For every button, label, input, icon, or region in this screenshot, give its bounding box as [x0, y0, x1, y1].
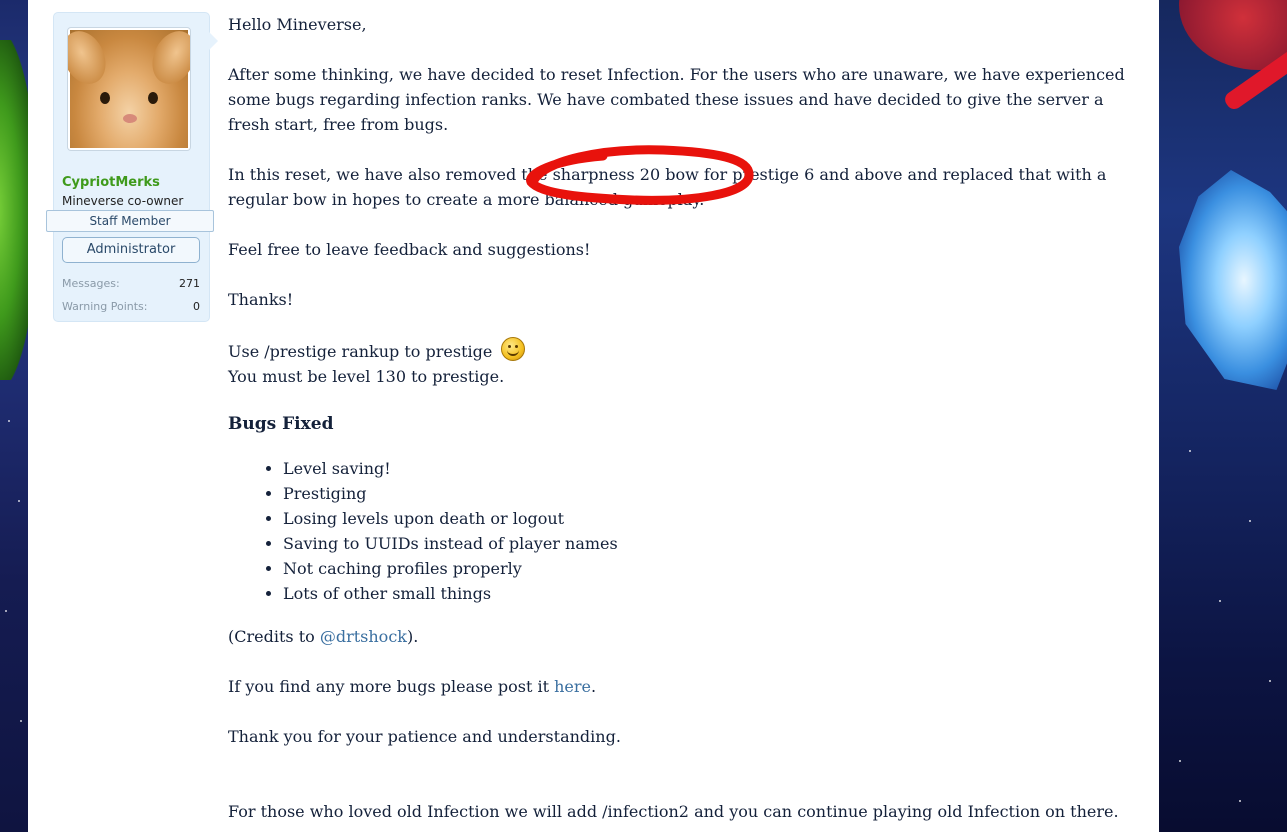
stat-value: 0	[193, 300, 200, 313]
avatar[interactable]	[67, 27, 191, 151]
star	[8, 420, 10, 422]
paragraph-intro: After some thinking, we have decided to …	[228, 65, 1125, 134]
list-item: Not caching profiles properly	[283, 556, 618, 581]
list-item: Losing levels upon death or logout	[283, 506, 618, 531]
paragraph-report-bugs: If you find any more bugs please post it…	[228, 674, 1138, 699]
panel-arrow	[208, 31, 218, 51]
forum-post: CypriotMerks Mineverse co-owner Staff Me…	[28, 0, 1159, 832]
background-plant	[0, 40, 28, 380]
star	[5, 610, 7, 612]
paragraph-thanks: Thanks!	[228, 290, 294, 309]
paragraph-prestige: Use /prestige rankup to prestige You mus…	[228, 337, 1138, 389]
bugs-list: Level saving! Prestiging Losing levels u…	[228, 456, 618, 606]
paragraph-reset: In this reset, we have also removed the …	[228, 165, 1107, 209]
message-user-info: CypriotMerks Mineverse co-owner Staff Me…	[46, 12, 218, 322]
stat-label: Warning Points:	[62, 300, 148, 313]
username-link[interactable]: CypriotMerks	[62, 175, 160, 190]
bugs-fixed-heading: Bugs Fixed	[228, 414, 334, 434]
paragraph-infection2: For those who loved old Infection we wil…	[228, 802, 1119, 821]
background-crystal	[1179, 170, 1287, 390]
report-suffix: .	[591, 677, 597, 696]
star	[1269, 680, 1271, 682]
star	[1189, 450, 1191, 452]
greeting: Hello Mineverse,	[228, 15, 367, 34]
stat-value[interactable]: 271	[179, 277, 200, 290]
paragraph-feedback: Feel free to leave feedback and suggesti…	[228, 240, 591, 259]
smiley-icon	[501, 337, 526, 361]
prestige-level-text: You must be level 130 to prestige.	[228, 367, 505, 386]
list-item: Prestiging	[283, 481, 618, 506]
mention-link[interactable]: @drtshock	[320, 627, 407, 646]
list-item: Lots of other small things	[283, 581, 618, 606]
report-text: If you find any more bugs please post it	[228, 677, 555, 696]
list-item: Level saving!	[283, 456, 618, 481]
star	[20, 720, 22, 722]
star	[1179, 760, 1181, 762]
star	[1239, 800, 1241, 802]
paragraph-thank-you: Thank you for your patience and understa…	[228, 727, 621, 746]
avatar-image	[68, 28, 190, 148]
star	[18, 500, 20, 502]
credits-suffix: ).	[406, 627, 419, 646]
staff-banner: Staff Member	[46, 210, 214, 232]
stat-label: Messages:	[62, 277, 120, 290]
background-left	[0, 0, 28, 832]
star	[1219, 600, 1221, 602]
paragraph-credits: (Credits to @drtshock).	[228, 624, 1138, 649]
prestige-command-text: Use /prestige rankup to prestige	[228, 342, 493, 361]
admin-badge: Administrator	[62, 237, 200, 263]
background-planet	[1179, 0, 1287, 70]
star	[1249, 520, 1251, 522]
background-right	[1159, 0, 1287, 832]
credits-text: (Credits to	[228, 627, 320, 646]
here-link[interactable]: here	[554, 677, 591, 696]
user-title: Mineverse co-owner	[62, 194, 184, 208]
list-item: Saving to UUIDs instead of player names	[283, 531, 618, 556]
